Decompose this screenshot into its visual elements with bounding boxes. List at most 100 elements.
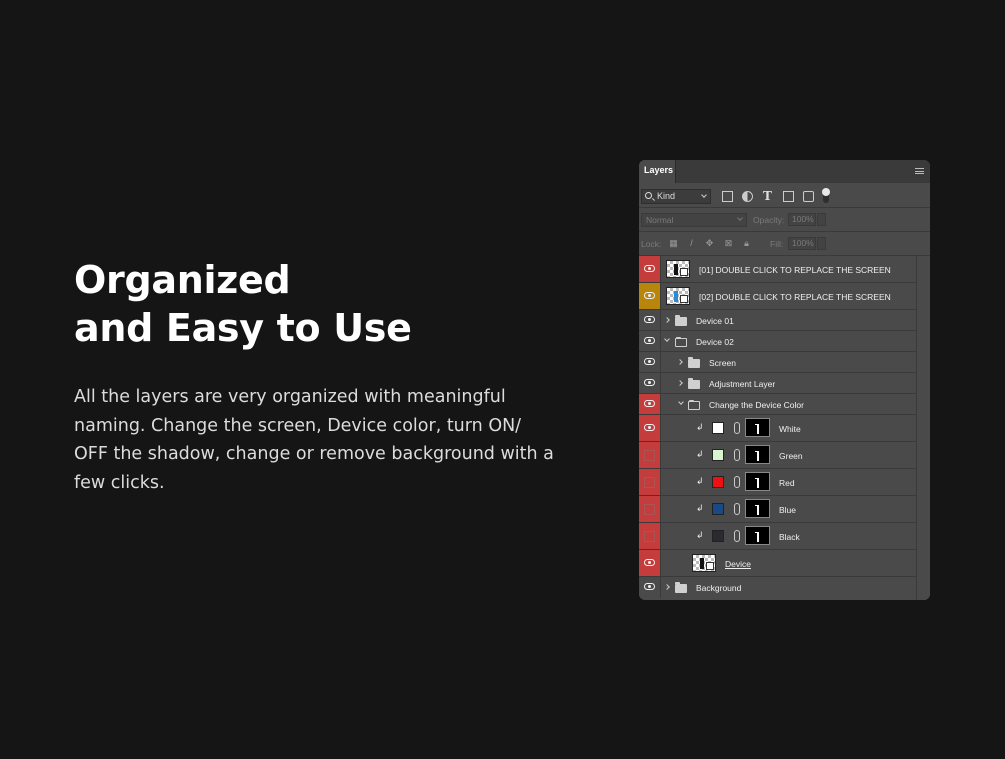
- layer-name: [02] DOUBLE CLICK TO REPLACE THE SCREEN: [699, 292, 891, 302]
- filter-toggle[interactable]: [822, 188, 830, 203]
- visibility-cell[interactable]: [639, 373, 661, 393]
- filter-smart-object-icon[interactable]: [803, 191, 814, 202]
- color-layer-row[interactable]: ↲ Green: [639, 442, 930, 469]
- color-swatch[interactable]: [712, 503, 724, 515]
- color-swatch[interactable]: [712, 422, 724, 434]
- visibility-cell[interactable]: [639, 256, 661, 282]
- clipping-arrow-icon: ↲: [696, 530, 704, 540]
- chevron-right-icon[interactable]: [664, 317, 670, 323]
- layer-name: White: [779, 424, 801, 434]
- link-icon[interactable]: [734, 449, 740, 461]
- visibility-empty-box[interactable]: [644, 477, 655, 488]
- lock-transparent-icon[interactable]: ▦: [669, 239, 678, 248]
- visibility-cell[interactable]: [639, 523, 661, 549]
- filter-pixel-icon[interactable]: [722, 191, 733, 202]
- layer-mask[interactable]: [745, 445, 770, 464]
- chevron-down-icon[interactable]: [664, 336, 670, 342]
- clipping-arrow-icon: ↲: [696, 449, 704, 459]
- clipping-arrow-icon: ↲: [696, 422, 704, 432]
- layers-list: [01] DOUBLE CLICK TO REPLACE THE SCREEN …: [639, 256, 930, 598]
- eye-icon[interactable]: [644, 400, 655, 407]
- link-icon[interactable]: [734, 530, 740, 542]
- layer-mask[interactable]: [745, 499, 770, 518]
- visibility-empty-box[interactable]: [644, 504, 655, 515]
- phone-thumbnail-icon: [674, 264, 678, 275]
- layer-name: Device: [725, 559, 751, 569]
- tab-layers[interactable]: Layers: [639, 160, 676, 183]
- eye-icon[interactable]: [644, 379, 655, 386]
- visibility-cell[interactable]: [639, 331, 661, 351]
- layer-name: Blue: [779, 505, 797, 515]
- color-layer-row[interactable]: ↲ Blue: [639, 496, 930, 523]
- eye-icon[interactable]: [644, 559, 655, 566]
- group-row[interactable]: Device 01: [639, 310, 930, 331]
- group-row[interactable]: Adjustment Layer: [639, 373, 930, 394]
- hero-title-line2: and Easy to Use: [74, 306, 412, 350]
- color-layer-row[interactable]: ↲ White: [639, 415, 930, 442]
- color-swatch[interactable]: [712, 476, 724, 488]
- color-layer-row[interactable]: ↲ Black: [639, 523, 930, 550]
- group-row[interactable]: Device 02: [639, 331, 930, 352]
- group-row[interactable]: Background: [639, 577, 930, 598]
- eye-icon[interactable]: [644, 292, 655, 299]
- filter-kind-select[interactable]: Kind: [641, 189, 711, 204]
- group-row[interactable]: Screen: [639, 352, 930, 373]
- filter-adjustment-icon[interactable]: [742, 191, 753, 202]
- chevron-right-icon[interactable]: [664, 584, 670, 590]
- lock-move-icon[interactable]: ✥: [705, 239, 714, 248]
- visibility-empty-box[interactable]: [644, 450, 655, 461]
- lock-all-icon[interactable]: 🔒︎: [742, 239, 751, 248]
- group-name: Background: [696, 583, 742, 593]
- eye-icon[interactable]: [644, 583, 655, 590]
- smart-object-badge-icon: [680, 268, 688, 276]
- layer-mask[interactable]: [745, 418, 770, 437]
- visibility-cell[interactable]: [639, 550, 661, 576]
- chevron-down-icon[interactable]: [678, 399, 684, 405]
- layer-row[interactable]: [01] DOUBLE CLICK TO REPLACE THE SCREEN: [639, 256, 930, 283]
- color-swatch[interactable]: [712, 449, 724, 461]
- filter-shape-icon[interactable]: [783, 191, 794, 202]
- link-icon[interactable]: [734, 422, 740, 434]
- blend-mode-value: Normal: [646, 215, 674, 225]
- chevron-right-icon[interactable]: [677, 359, 683, 365]
- fill-input[interactable]: 100%: [788, 237, 816, 250]
- filter-type-icon[interactable]: T: [762, 190, 773, 202]
- group-row[interactable]: Change the Device Color: [639, 394, 930, 415]
- visibility-cell[interactable]: [639, 415, 661, 441]
- color-layer-row[interactable]: ↲ Red: [639, 469, 930, 496]
- layer-name: Black: [779, 532, 800, 542]
- opacity-dropdown[interactable]: [817, 213, 826, 226]
- visibility-empty-box[interactable]: [644, 531, 655, 542]
- eye-icon[interactable]: [644, 337, 655, 344]
- lock-label: Lock:: [641, 239, 662, 249]
- visibility-cell[interactable]: [639, 310, 661, 330]
- hero-body: All the layers are very organized with m…: [74, 387, 554, 493]
- visibility-cell[interactable]: [639, 577, 661, 598]
- layer-row[interactable]: [02] DOUBLE CLICK TO REPLACE THE SCREEN: [639, 283, 930, 310]
- panel-menu-icon[interactable]: [915, 168, 924, 174]
- lock-brush-icon[interactable]: /: [687, 239, 696, 248]
- eye-icon[interactable]: [644, 358, 655, 365]
- visibility-cell[interactable]: [639, 394, 661, 414]
- layer-mask[interactable]: [745, 526, 770, 545]
- layer-row[interactable]: Device: [639, 550, 930, 577]
- eye-icon[interactable]: [644, 265, 655, 272]
- color-swatch[interactable]: [712, 530, 724, 542]
- blend-mode-select[interactable]: Normal: [641, 213, 747, 227]
- opacity-input[interactable]: 100%: [788, 213, 816, 226]
- lock-artboard-icon[interactable]: ⊠: [724, 239, 733, 248]
- visibility-cell[interactable]: [639, 496, 661, 522]
- visibility-cell[interactable]: [639, 352, 661, 372]
- eye-icon[interactable]: [644, 424, 655, 431]
- link-icon[interactable]: [734, 503, 740, 515]
- visibility-cell[interactable]: [639, 283, 661, 309]
- scrollbar[interactable]: [916, 256, 930, 600]
- layer-thumbnail: [692, 554, 716, 572]
- link-icon[interactable]: [734, 476, 740, 488]
- eye-icon[interactable]: [644, 316, 655, 323]
- chevron-right-icon[interactable]: [677, 380, 683, 386]
- visibility-cell[interactable]: [639, 442, 661, 468]
- layer-mask[interactable]: [745, 472, 770, 491]
- visibility-cell[interactable]: [639, 469, 661, 495]
- fill-dropdown[interactable]: [817, 237, 826, 250]
